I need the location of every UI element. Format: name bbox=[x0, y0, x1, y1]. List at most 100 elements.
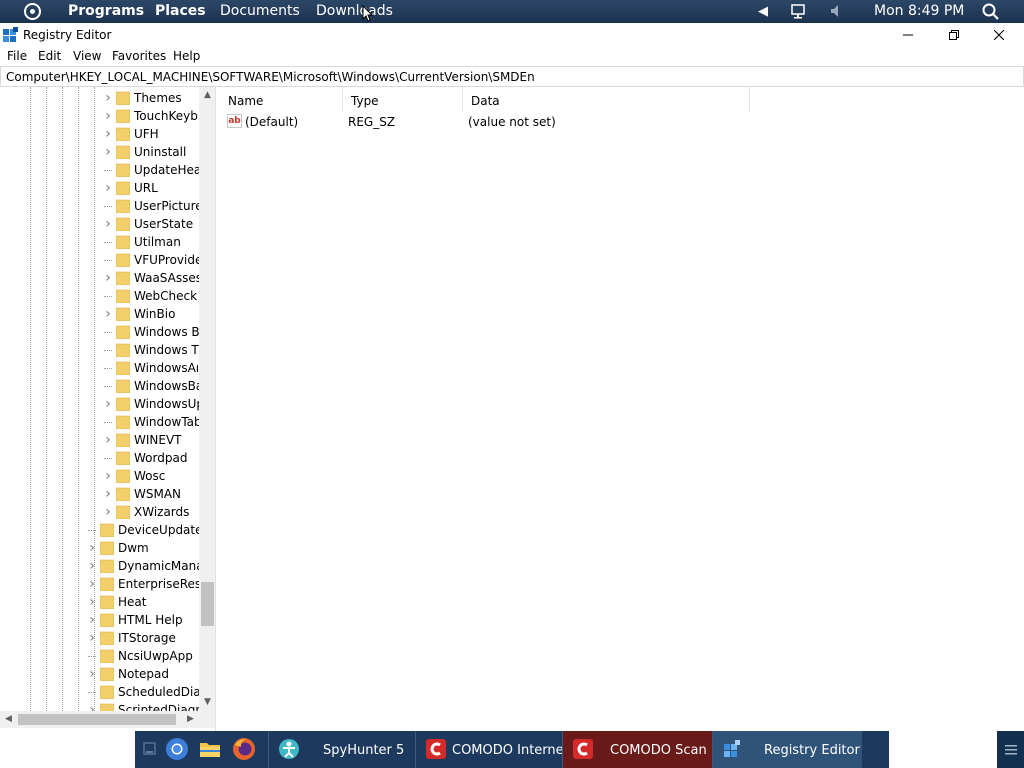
tree-item[interactable]: WindowsAı bbox=[102, 359, 199, 377]
value-name[interactable]: (Default) bbox=[245, 115, 298, 129]
taskbar-menu-button[interactable] bbox=[997, 731, 1024, 768]
task-comodo-internet-security[interactable]: COMODO Interne... bbox=[415, 731, 562, 768]
tree-item[interactable]: WindowTab bbox=[102, 413, 199, 431]
menu-view[interactable]: View bbox=[73, 49, 101, 63]
app-menu-icon[interactable] bbox=[24, 3, 41, 20]
file-explorer-icon[interactable] bbox=[198, 737, 222, 761]
tray-arrow-icon[interactable]: ◀ bbox=[758, 3, 768, 20]
column-header-data[interactable]: Data bbox=[463, 87, 750, 112]
tree-item[interactable]: › Dwm bbox=[86, 539, 199, 557]
key-tree[interactable]: › Themes › TouchKeyb › UFH › Uninstall UpdateHea… bbox=[0, 87, 199, 711]
tree-item[interactable]: › TouchKeyb bbox=[102, 107, 199, 125]
scroll-down-arrow-icon[interactable]: ▼ bbox=[199, 694, 215, 711]
scroll-thumb[interactable] bbox=[18, 714, 176, 725]
show-desktop-icon[interactable] bbox=[138, 737, 162, 761]
expand-chevron-icon[interactable]: › bbox=[102, 307, 114, 321]
expand-chevron-icon[interactable]: › bbox=[86, 595, 98, 609]
expand-chevron-icon[interactable]: › bbox=[86, 667, 98, 681]
firefox-icon[interactable] bbox=[232, 737, 256, 761]
tree-item[interactable]: VFUProvide bbox=[102, 251, 199, 269]
network-icon[interactable] bbox=[790, 4, 806, 19]
tree-item[interactable]: Windows B bbox=[102, 323, 199, 341]
expand-chevron-icon[interactable]: › bbox=[86, 541, 98, 555]
values-pane[interactable]: Name Type Data ab (Default) REG_SZ (valu… bbox=[220, 87, 1024, 731]
expand-chevron-icon[interactable]: › bbox=[86, 559, 98, 573]
expand-chevron-icon[interactable]: › bbox=[86, 631, 98, 645]
tree-item[interactable]: › Notepad bbox=[86, 665, 199, 683]
tree-item[interactable]: › ScriptedDiagn bbox=[86, 701, 199, 711]
window-title-bar[interactable]: Registry Editor bbox=[0, 23, 1024, 46]
column-header-type[interactable]: Type bbox=[343, 87, 463, 112]
menu-favorites[interactable]: Favorites bbox=[112, 49, 166, 63]
tree-horizontal-scrollbar[interactable]: ◀ ▶ bbox=[0, 711, 199, 728]
documents-menu[interactable]: Documents bbox=[220, 3, 300, 20]
tree-item[interactable]: › DynamicMana bbox=[86, 557, 199, 575]
tree-item[interactable]: UserPicture bbox=[102, 197, 199, 215]
tree-item[interactable]: › WINEVT bbox=[102, 431, 199, 449]
value-row[interactable]: ab (Default) REG_SZ (value not set) bbox=[220, 113, 750, 131]
expand-chevron-icon[interactable]: › bbox=[102, 487, 114, 501]
expand-chevron-icon[interactable]: › bbox=[86, 577, 98, 591]
downloads-menu[interactable]: Downloads bbox=[316, 3, 393, 20]
tree-item[interactable]: Windows T bbox=[102, 341, 199, 359]
programs-menu[interactable]: Programs bbox=[68, 3, 144, 20]
expand-chevron-icon[interactable]: › bbox=[102, 433, 114, 447]
tree-item[interactable]: › XWizards bbox=[102, 503, 199, 521]
tree-item[interactable]: Utilman bbox=[102, 233, 199, 251]
tree-item[interactable]: › WinBio bbox=[102, 305, 199, 323]
tree-item[interactable]: › WindowsUp bbox=[102, 395, 199, 413]
tree-item[interactable]: UpdateHea bbox=[102, 161, 199, 179]
address-bar[interactable]: Computer\HKEY_LOCAL_MACHINE\SOFTWARE\Mic… bbox=[0, 66, 1024, 87]
tree-item[interactable]: › Heat bbox=[86, 593, 199, 611]
places-menu[interactable]: Places bbox=[155, 3, 206, 20]
menu-edit[interactable]: Edit bbox=[38, 49, 61, 63]
expand-chevron-icon[interactable]: › bbox=[102, 217, 114, 231]
restore-button[interactable] bbox=[931, 23, 977, 46]
address-path[interactable]: Computer\HKEY_LOCAL_MACHINE\SOFTWARE\Mic… bbox=[6, 70, 535, 84]
tree-item[interactable]: › Themes bbox=[102, 89, 199, 107]
scroll-up-arrow-icon[interactable]: ▲ bbox=[199, 87, 215, 104]
tree-item[interactable]: DeviceUpdate bbox=[86, 521, 199, 539]
tree-item[interactable]: › WSMAN bbox=[102, 485, 199, 503]
volume-icon[interactable] bbox=[830, 4, 842, 18]
tree-item[interactable]: WebCheck bbox=[102, 287, 199, 305]
key-tree-pane[interactable]: › Themes › TouchKeyb › UFH › Uninstall UpdateHea… bbox=[0, 87, 216, 731]
expand-chevron-icon[interactable]: › bbox=[102, 145, 114, 159]
expand-chevron-icon[interactable]: › bbox=[102, 109, 114, 123]
expand-chevron-icon[interactable]: › bbox=[102, 271, 114, 285]
tree-item[interactable]: › EnterpriseResc bbox=[86, 575, 199, 593]
scroll-thumb[interactable] bbox=[201, 582, 214, 626]
expand-chevron-icon[interactable]: › bbox=[86, 613, 98, 627]
expand-chevron-icon[interactable]: › bbox=[102, 127, 114, 141]
tree-item[interactable]: ScheduledDiag bbox=[86, 683, 199, 701]
tree-item[interactable]: WindowsBa bbox=[102, 377, 199, 395]
task-comodo-scan[interactable]: COMODO Scan bbox=[562, 731, 712, 768]
tree-item[interactable]: › HTML Help bbox=[86, 611, 199, 629]
expand-chevron-icon[interactable]: › bbox=[102, 469, 114, 483]
tree-item[interactable]: › UFH bbox=[102, 125, 199, 143]
scroll-left-arrow-icon[interactable]: ◀ bbox=[0, 711, 17, 728]
clock[interactable]: Mon 8:49 PM bbox=[874, 3, 964, 20]
tree-item[interactable]: › Wosc bbox=[102, 467, 199, 485]
task-registry-editor[interactable]: Registry Editor bbox=[712, 731, 862, 768]
tree-item[interactable]: › ITStorage bbox=[86, 629, 199, 647]
tree-item[interactable]: › UserState bbox=[102, 215, 199, 233]
expand-chevron-icon[interactable]: › bbox=[102, 91, 114, 105]
tree-item[interactable]: Wordpad bbox=[102, 449, 199, 467]
expand-chevron-icon[interactable]: › bbox=[102, 505, 114, 519]
tree-item[interactable]: › Uninstall bbox=[102, 143, 199, 161]
task-spyhunter[interactable]: SpyHunter 5 bbox=[268, 731, 415, 768]
expand-chevron-icon[interactable]: › bbox=[102, 181, 114, 195]
column-header-name[interactable]: Name bbox=[220, 87, 343, 112]
tree-item[interactable]: NcsiUwpApp bbox=[86, 647, 199, 665]
tree-item[interactable]: › WaaSAsses bbox=[102, 269, 199, 287]
minimize-button[interactable] bbox=[885, 23, 931, 46]
expand-chevron-icon[interactable]: › bbox=[86, 703, 98, 711]
menu-help[interactable]: Help bbox=[173, 49, 200, 63]
expand-chevron-icon[interactable]: › bbox=[102, 397, 114, 411]
tree-item[interactable]: › URL bbox=[102, 179, 199, 197]
search-icon[interactable] bbox=[982, 3, 999, 20]
tree-vertical-scrollbar[interactable]: ▲ ▼ bbox=[199, 87, 215, 711]
menu-file[interactable]: File bbox=[7, 49, 27, 63]
scroll-right-arrow-icon[interactable]: ▶ bbox=[182, 711, 199, 728]
